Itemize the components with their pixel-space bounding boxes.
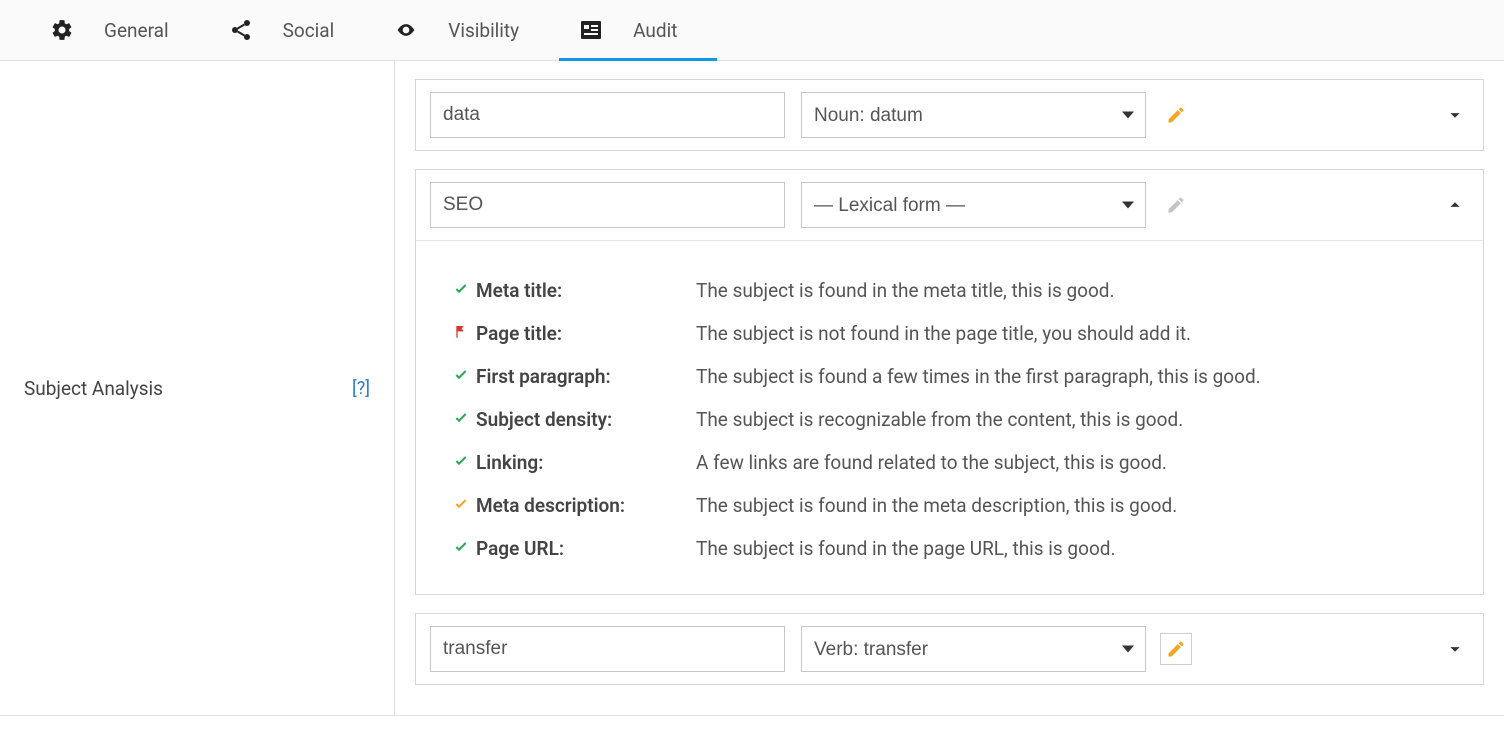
subject-row: Verb: transfer [415, 613, 1484, 685]
status-icon [450, 281, 472, 297]
edit-button[interactable] [1160, 99, 1192, 131]
analysis-desc: The subject is recognizable from the con… [696, 408, 1183, 431]
edit-button[interactable] [1160, 633, 1192, 665]
analysis-desc: The subject is found a few times in the … [696, 365, 1261, 388]
analysis-desc: A few links are found related to the sub… [696, 451, 1167, 474]
status-icon [450, 367, 472, 383]
analysis-item: Meta description:The subject is found in… [450, 484, 1453, 527]
analysis-label: Subject density: [476, 408, 696, 431]
analysis-desc: The subject is found in the meta title, … [696, 279, 1115, 302]
sidebar: Subject Analysis [?] [0, 61, 395, 715]
analysis-label: Page title: [476, 322, 696, 345]
analysis-label: Page URL: [476, 537, 696, 560]
eye-icon [394, 18, 418, 42]
subject-keyword-input[interactable] [430, 626, 785, 672]
analysis-desc: The subject is found in the meta descrip… [696, 494, 1177, 517]
gear-icon [50, 18, 74, 42]
tab-audit-label: Audit [633, 19, 677, 42]
tab-general[interactable]: General [30, 0, 209, 60]
chevron-down-icon[interactable] [1441, 635, 1469, 663]
lexical-select[interactable]: — Lexical form — [801, 182, 1146, 228]
subject-keyword-input[interactable] [430, 92, 785, 138]
analysis-desc: The subject is found in the page URL, th… [696, 537, 1116, 560]
analysis-item: Page URL:The subject is found in the pag… [450, 527, 1453, 570]
analysis-list: Meta title:The subject is found in the m… [416, 241, 1483, 594]
edit-button-disabled [1160, 189, 1192, 221]
analysis-desc: The subject is not found in the page tit… [696, 322, 1191, 345]
audit-icon [579, 18, 603, 42]
analysis-item: Meta title:The subject is found in the m… [450, 269, 1453, 312]
tab-bar: General Social Visibility Audit [0, 0, 1504, 61]
tab-general-label: General [104, 19, 169, 42]
lexical-select[interactable]: Verb: transfer [801, 626, 1146, 672]
status-icon [450, 410, 472, 426]
status-icon [450, 539, 472, 555]
tab-social[interactable]: Social [209, 0, 375, 60]
subject-row: Noun: datum [415, 79, 1484, 151]
subject-keyword-input[interactable] [430, 182, 785, 228]
analysis-label: First paragraph: [476, 365, 696, 388]
analysis-label: Linking: [476, 451, 696, 474]
analysis-item: Page title:The subject is not found in t… [450, 312, 1453, 355]
analysis-label: Meta title: [476, 279, 696, 302]
chevron-up-icon[interactable] [1441, 191, 1469, 219]
analysis-label: Meta description: [476, 494, 696, 517]
lexical-select[interactable]: Noun: datum [801, 92, 1146, 138]
analysis-item: Linking:A few links are found related to… [450, 441, 1453, 484]
share-icon [229, 18, 253, 42]
tab-visibility[interactable]: Visibility [374, 0, 559, 60]
help-link[interactable]: [?] [352, 378, 370, 399]
status-icon [450, 496, 472, 512]
tab-audit[interactable]: Audit [559, 0, 717, 60]
chevron-down-icon[interactable] [1441, 101, 1469, 129]
tab-social-label: Social [283, 19, 335, 42]
main-panel: Noun: datum — Lexical form — [395, 61, 1504, 715]
subject-row: — Lexical form — [416, 170, 1483, 241]
analysis-item: First paragraph:The subject is found a f… [450, 355, 1453, 398]
status-icon [450, 324, 472, 340]
tab-visibility-label: Visibility [448, 19, 519, 42]
status-icon [450, 453, 472, 469]
sidebar-title: Subject Analysis [24, 377, 163, 400]
subject-accordion: — Lexical form — Meta title:The subject … [415, 169, 1484, 595]
analysis-item: Subject density:The subject is recogniza… [450, 398, 1453, 441]
